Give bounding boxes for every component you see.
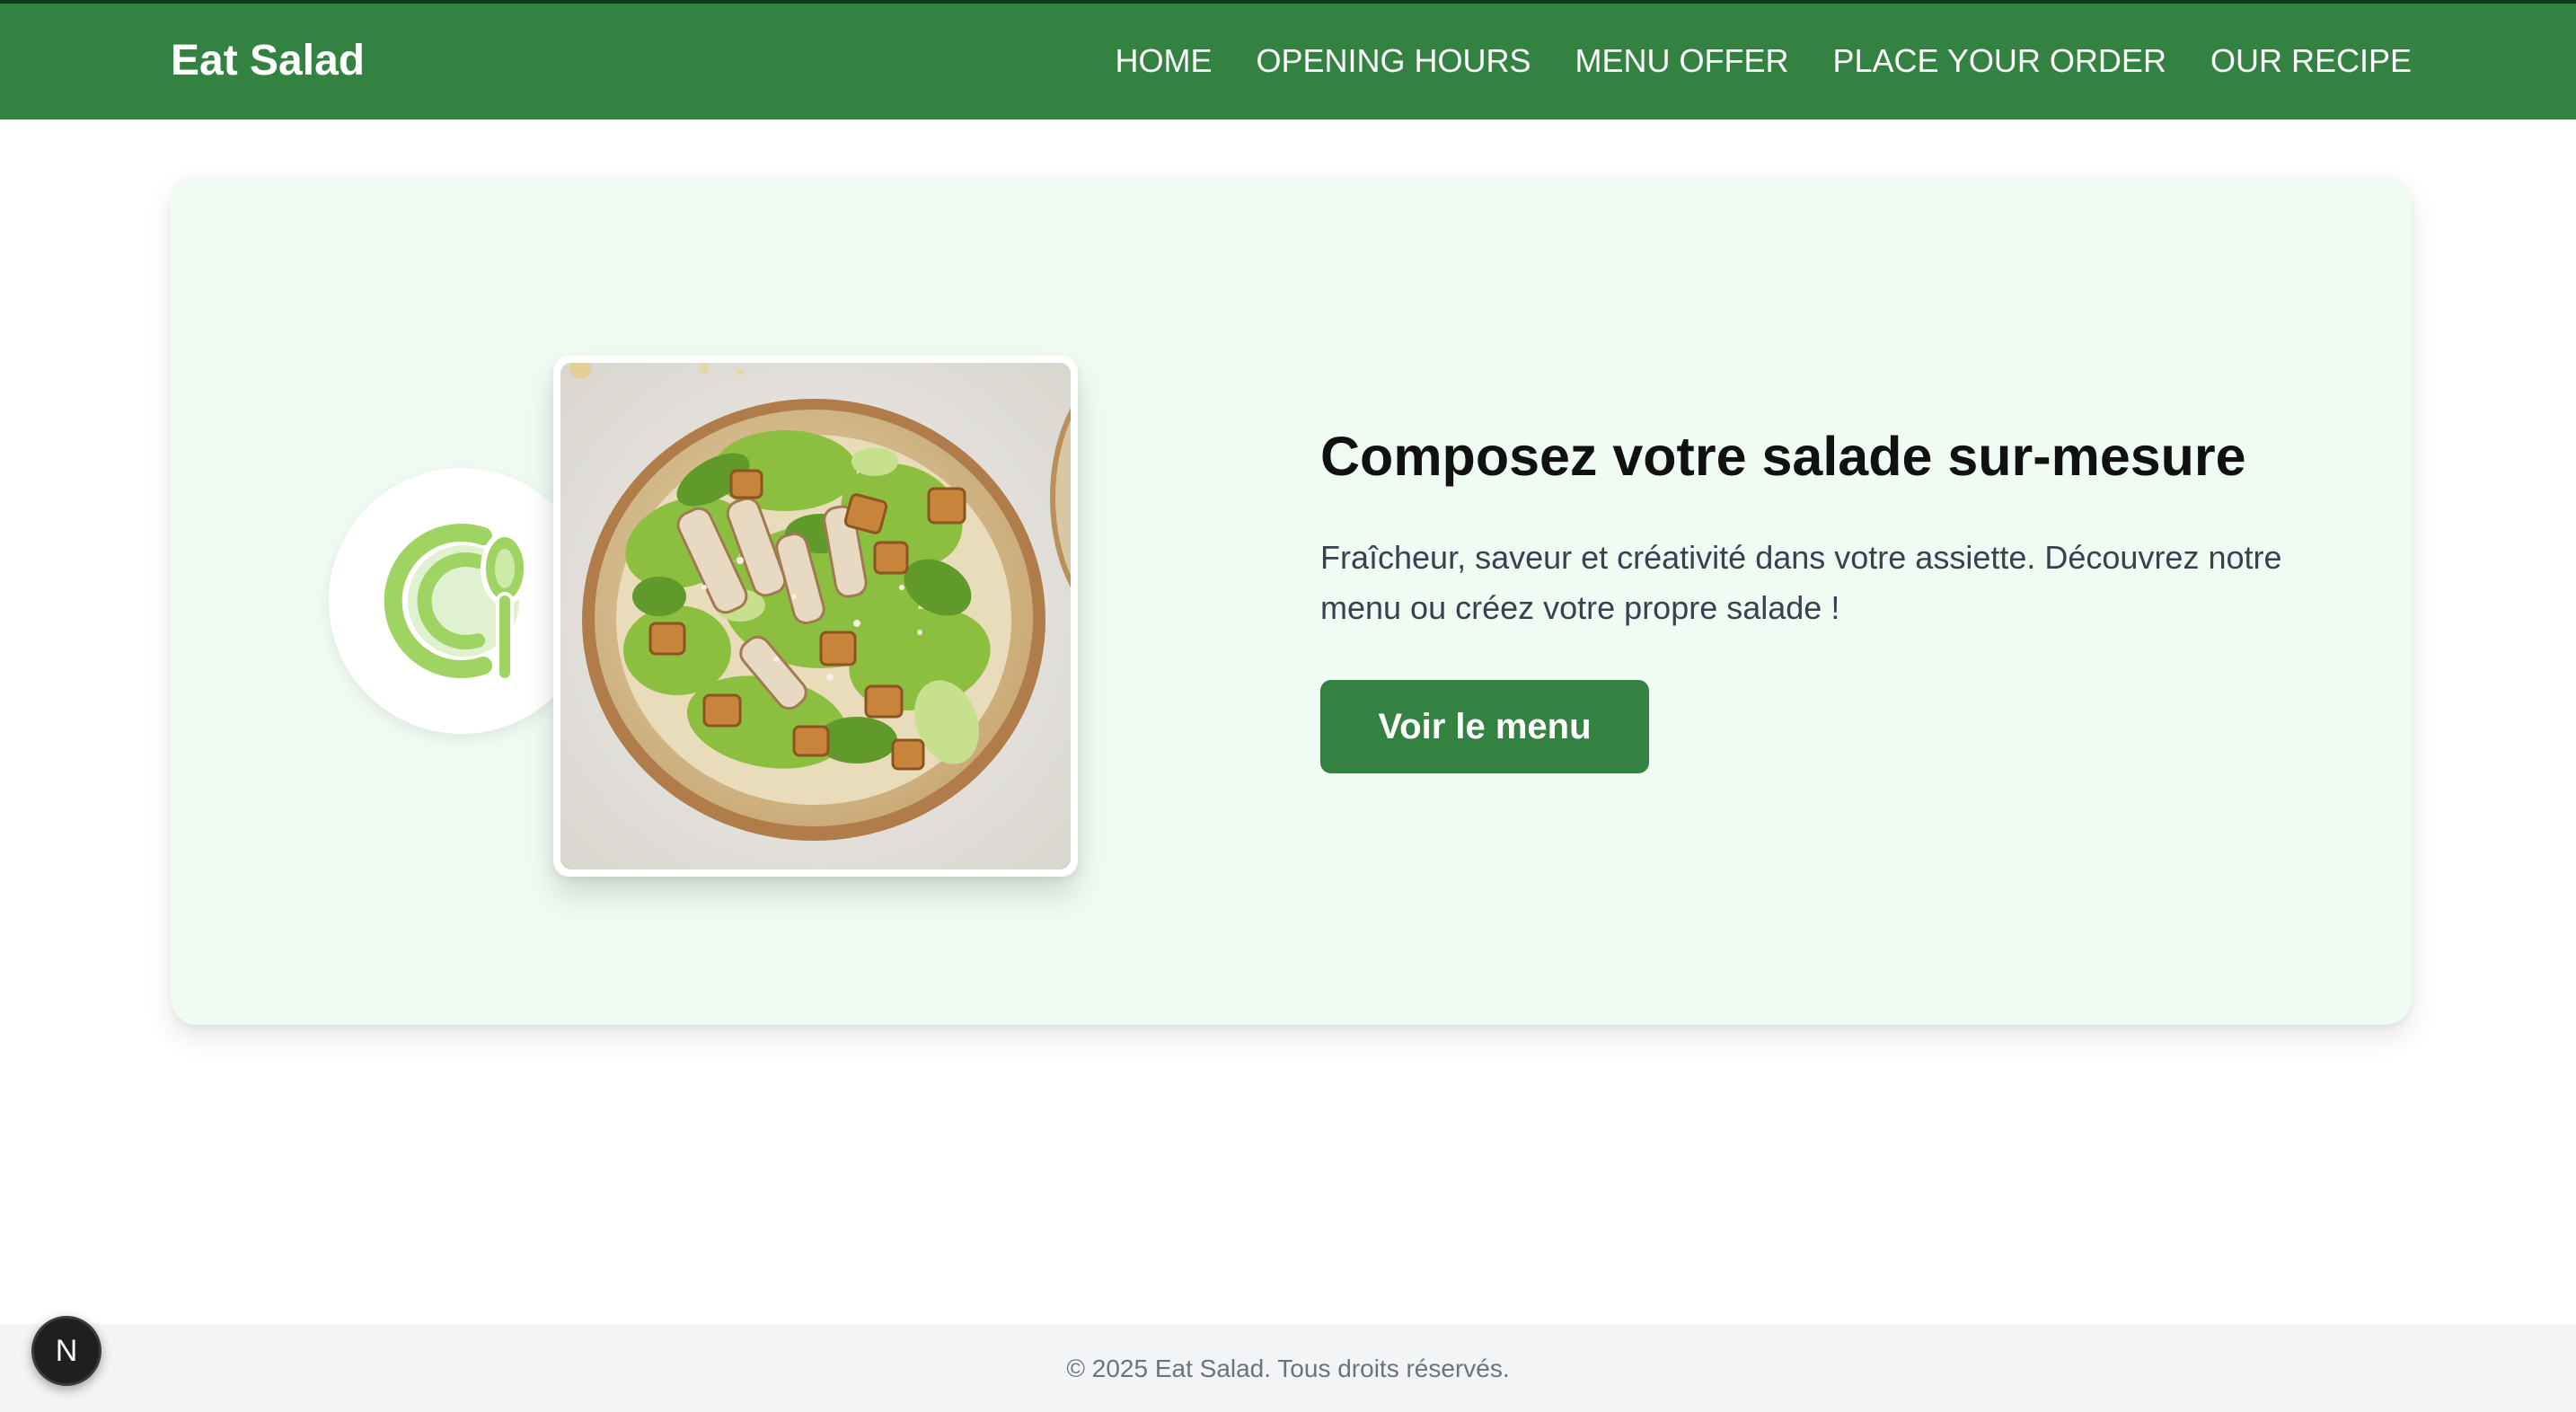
hero-description: Fraîcheur, saveur et créativité dans vot… bbox=[1320, 539, 2282, 626]
top-navigation-bar: Eat Salad HOME OPENING HOURS MENU OFFER … bbox=[0, 0, 2576, 119]
nav-place-your-order[interactable]: PLACE YOUR ORDER bbox=[1833, 40, 2166, 83]
nextjs-dev-indicator-icon[interactable]: N bbox=[31, 1316, 101, 1386]
nav-opening-hours[interactable]: OPENING HOURS bbox=[1256, 40, 1531, 83]
hero-title: Composez votre salade sur-mesure bbox=[1320, 426, 2246, 487]
salad-photo bbox=[553, 356, 1078, 877]
footer: © 2025 Eat Salad. Tous droits réservés. bbox=[0, 1324, 2576, 1412]
view-menu-button[interactable]: Voir le menu bbox=[1320, 680, 1649, 773]
nav-home[interactable]: HOME bbox=[1115, 40, 1212, 83]
nav-our-recipe[interactable]: OUR RECIPE bbox=[2210, 40, 2412, 83]
main-nav: HOME OPENING HOURS MENU OFFER PLACE YOUR… bbox=[1115, 40, 2412, 83]
brand-logo-text[interactable]: Eat Salad bbox=[171, 34, 365, 88]
hero-card: Composez votre salade sur-mesure Fraîche… bbox=[171, 175, 2412, 1025]
caesar-salad-bowl-image bbox=[560, 363, 1071, 869]
footer-copyright: © 2025 Eat Salad. Tous droits réservés. bbox=[1066, 1355, 1510, 1382]
nav-menu-offer[interactable]: MENU OFFER bbox=[1575, 40, 1789, 83]
